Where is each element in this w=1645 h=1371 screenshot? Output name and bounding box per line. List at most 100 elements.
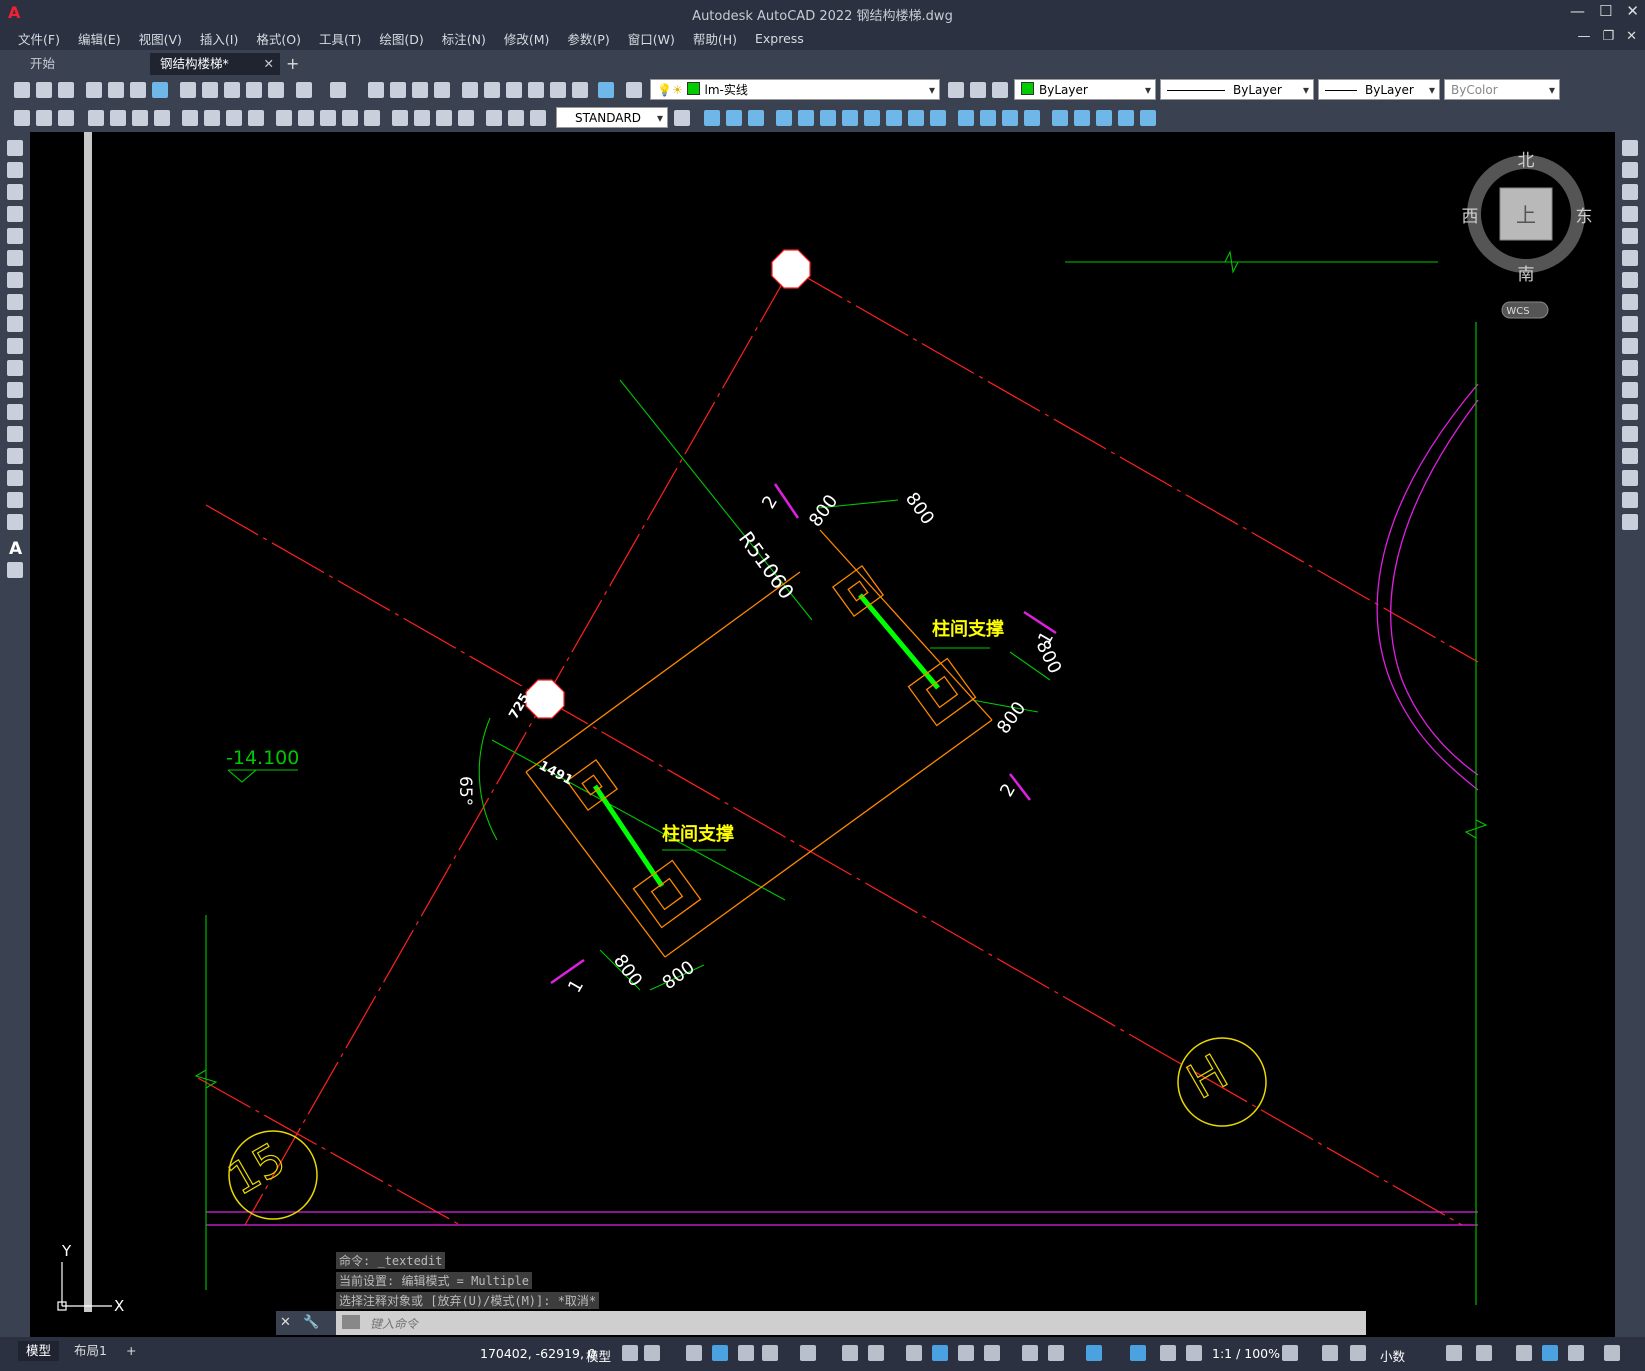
- level-text[interactable]: -14.100: [226, 747, 299, 769]
- blend-icon[interactable]: [1074, 110, 1090, 126]
- quick-properties-icon[interactable]: [1446, 1345, 1462, 1361]
- gradient-icon[interactable]: [7, 470, 23, 486]
- revcloud-icon[interactable]: [7, 294, 23, 310]
- lengthen-icon[interactable]: [1096, 110, 1112, 126]
- pedit-icon[interactable]: [1140, 110, 1156, 126]
- r-break-point-icon[interactable]: [1622, 382, 1638, 398]
- erase-icon[interactable]: [704, 110, 720, 126]
- axis-label-15[interactable]: 15: [219, 1133, 294, 1206]
- polyline-icon[interactable]: [7, 184, 23, 200]
- menu-window[interactable]: 窗口(W): [628, 29, 675, 48]
- angle-text[interactable]: 65°: [455, 776, 475, 806]
- construction-line-icon[interactable]: [7, 162, 23, 178]
- radius-dim-icon[interactable]: [182, 110, 198, 126]
- ellipse-arc-icon[interactable]: [7, 360, 23, 376]
- polygon-icon[interactable]: [7, 206, 23, 222]
- lineweight-icon[interactable]: [906, 1345, 922, 1361]
- isolate-objects-icon[interactable]: [1516, 1345, 1532, 1361]
- workspace-gear-icon[interactable]: [1282, 1345, 1298, 1361]
- r-rotate-icon[interactable]: [1622, 272, 1638, 288]
- dim-update-icon[interactable]: [530, 110, 546, 126]
- quick-dim-icon[interactable]: [276, 110, 292, 126]
- save-icon[interactable]: [58, 82, 74, 98]
- rotate-icon[interactable]: [842, 110, 858, 126]
- annotation-visibility-icon[interactable]: [1130, 1345, 1146, 1361]
- hatch-icon[interactable]: [7, 448, 23, 464]
- layout-tab-1[interactable]: 布局1: [66, 1341, 115, 1361]
- menu-format[interactable]: 格式(O): [256, 29, 301, 48]
- jogged-dim-icon[interactable]: [204, 110, 220, 126]
- r-blend-icon[interactable]: [1622, 492, 1638, 508]
- command-input[interactable]: [368, 1311, 1172, 1337]
- grid-icon[interactable]: [622, 1345, 638, 1361]
- object-snap-icon[interactable]: [868, 1345, 884, 1361]
- doc-minimize-button[interactable]: —: [1577, 29, 1590, 44]
- selection-cycling-icon[interactable]: [958, 1345, 974, 1361]
- r-break-icon[interactable]: [1622, 404, 1638, 420]
- undo-icon[interactable]: [296, 82, 312, 98]
- menu-help[interactable]: 帮助(H): [693, 29, 737, 48]
- gizmo-icon[interactable]: [1086, 1345, 1102, 1361]
- dim-text-4[interactable]: 800: [993, 698, 1030, 738]
- dynamic-input-icon[interactable]: [712, 1345, 728, 1361]
- markup-icon[interactable]: [550, 82, 566, 98]
- trim-icon[interactable]: [908, 110, 924, 126]
- layer-dropdown[interactable]: 💡☀ lm-实线: [650, 79, 940, 101]
- rectangle-icon[interactable]: [7, 228, 23, 244]
- lock-ui-icon[interactable]: [1476, 1345, 1492, 1361]
- array-icon[interactable]: [798, 110, 814, 126]
- r-move-icon[interactable]: [1622, 250, 1638, 266]
- isodraft-icon[interactable]: [800, 1345, 816, 1361]
- lineweight-dropdown[interactable]: ByLayer: [1318, 79, 1440, 101]
- linear-dim-icon[interactable]: [88, 110, 104, 126]
- paste-icon[interactable]: [224, 82, 240, 98]
- dim-text-5[interactable]: 800: [609, 951, 646, 991]
- polar-icon[interactable]: [762, 1345, 778, 1361]
- move-icon[interactable]: [820, 110, 836, 126]
- viewcube-east[interactable]: 东: [1576, 207, 1593, 227]
- annotation-scale-icon[interactable]: [1186, 1345, 1202, 1361]
- menu-express[interactable]: Express: [755, 31, 804, 46]
- dim-text-6[interactable]: 800: [659, 957, 699, 994]
- units-value[interactable]: 小数: [1380, 1346, 1405, 1365]
- continue-dim-icon[interactable]: [320, 110, 336, 126]
- cut-icon[interactable]: [180, 82, 196, 98]
- copy-object-icon[interactable]: [726, 110, 742, 126]
- match-properties-icon[interactable]: [246, 82, 262, 98]
- object-snap-tracking-icon[interactable]: [842, 1345, 858, 1361]
- layout-tab-model[interactable]: 模型: [18, 1341, 60, 1361]
- tool-palettes-icon[interactable]: [506, 82, 522, 98]
- 3d-print-icon[interactable]: [152, 82, 168, 98]
- r-erase-icon[interactable]: [1622, 140, 1638, 156]
- tab-start[interactable]: 开始: [20, 53, 160, 75]
- transparency-icon[interactable]: [932, 1345, 948, 1361]
- command-close-icon[interactable]: ✕: [280, 1315, 291, 1330]
- linetype-dropdown[interactable]: ByLayer: [1160, 79, 1314, 101]
- aligned-dim-icon[interactable]: [110, 110, 126, 126]
- help-icon[interactable]: [598, 82, 614, 98]
- new-tab-button[interactable]: +: [276, 53, 309, 75]
- r-fillet-icon[interactable]: [1622, 470, 1638, 486]
- wcs-label[interactable]: WCS: [1506, 306, 1529, 317]
- dim-text-1[interactable]: 800: [805, 491, 842, 531]
- design-center-icon[interactable]: [484, 82, 500, 98]
- layer-states-icon[interactable]: [992, 82, 1008, 98]
- open-icon[interactable]: [36, 82, 52, 98]
- zoom-previous-icon[interactable]: [434, 82, 450, 98]
- viewcube-top[interactable]: 上: [1516, 203, 1536, 227]
- viewcube-west[interactable]: 西: [1462, 207, 1479, 227]
- text-style-dropdown[interactable]: STANDARD: [556, 107, 668, 129]
- inspection-icon[interactable]: [436, 110, 452, 126]
- redo-icon[interactable]: [330, 82, 346, 98]
- minimize-button[interactable]: —: [1570, 2, 1585, 20]
- join-icon[interactable]: [980, 110, 996, 126]
- doc-close-button[interactable]: ✕: [1626, 29, 1637, 44]
- make-block-icon[interactable]: [7, 404, 23, 420]
- align-icon[interactable]: [1118, 110, 1134, 126]
- dim-text-2[interactable]: 800: [901, 489, 938, 529]
- r-explode-icon[interactable]: [1622, 514, 1638, 530]
- r-copy-icon[interactable]: [1622, 162, 1638, 178]
- region-icon[interactable]: [7, 492, 23, 508]
- chamfer-icon[interactable]: [1002, 110, 1018, 126]
- publish-icon[interactable]: [130, 82, 146, 98]
